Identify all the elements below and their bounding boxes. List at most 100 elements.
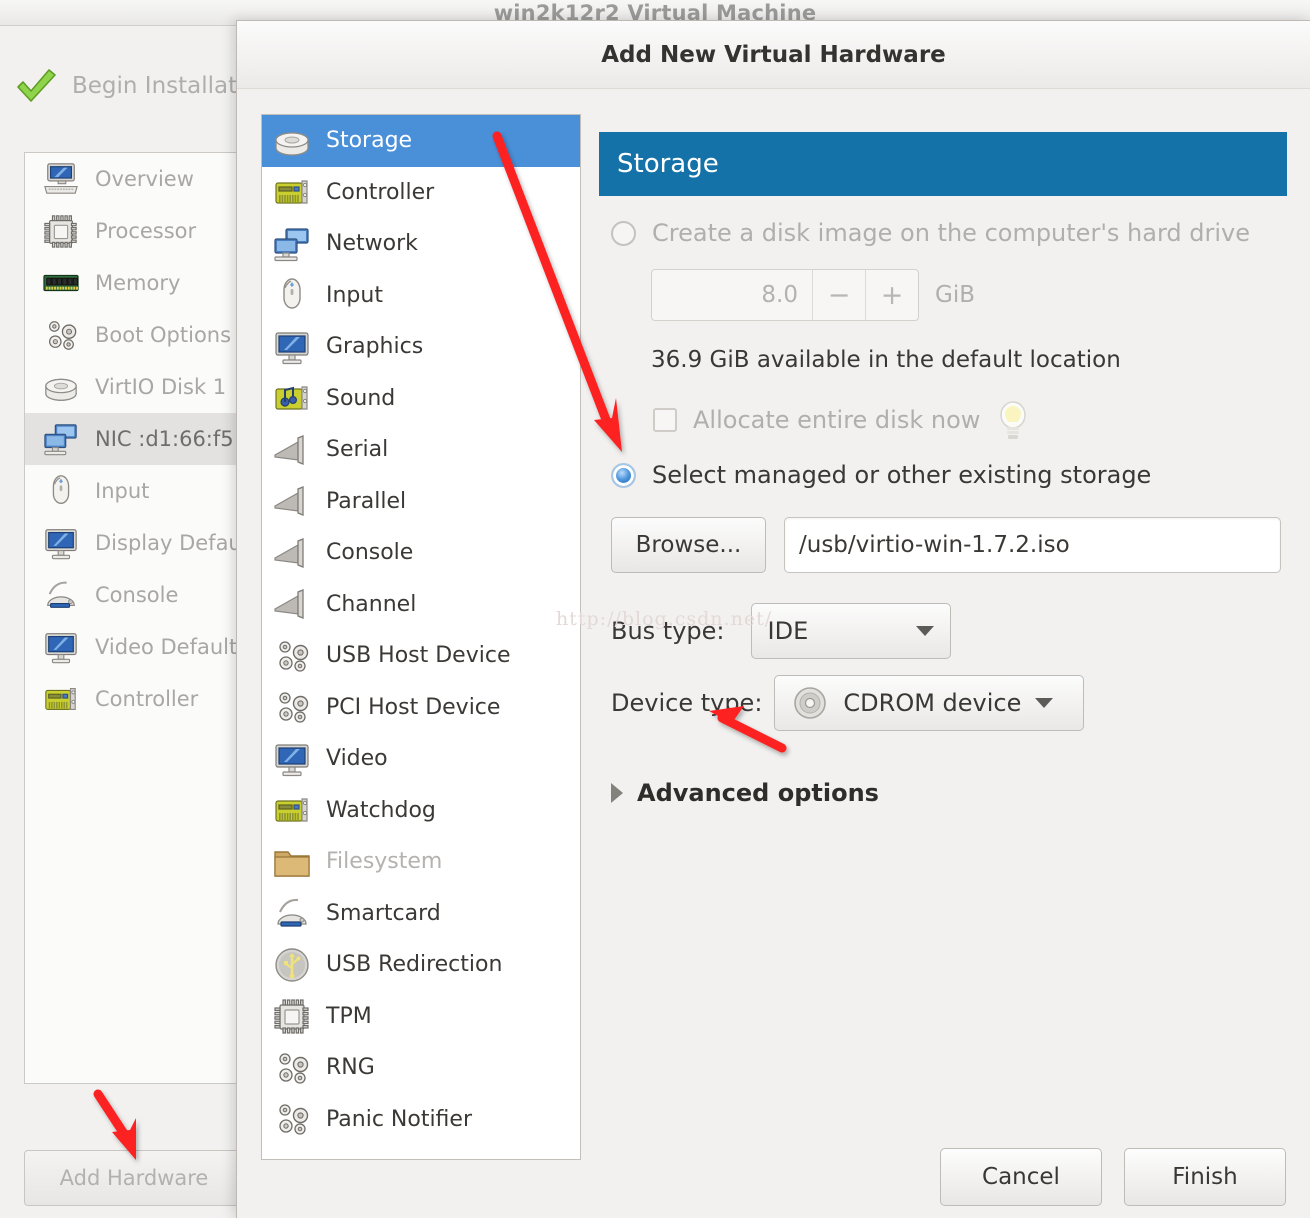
serial-port-icon	[272, 482, 312, 520]
serial-port-icon	[272, 431, 312, 469]
device-type-select[interactable]: CDROM device	[774, 675, 1085, 731]
vm-hardware-list[interactable]: Overview Processor Memory Boot Options VirtI…	[24, 152, 236, 1084]
vm-hardware-item-label: Boot Options	[95, 323, 232, 347]
cancel-button[interactable]: Cancel	[940, 1148, 1102, 1206]
allocate-disk-label: Allocate entire disk now	[693, 406, 981, 434]
hardware-type-sound[interactable]: Sound	[262, 373, 580, 425]
disk-size-value[interactable]: 8.0	[652, 270, 812, 320]
bus-type-select[interactable]: IDE	[750, 603, 951, 659]
vm-hardware-item-input[interactable]: Input	[25, 465, 236, 517]
available-space-text: 36.9 GiB available in the default locati…	[651, 347, 1121, 373]
hardware-type-console[interactable]: Console	[262, 527, 580, 579]
cpu-icon	[272, 997, 312, 1035]
hardware-type-label: Parallel	[326, 488, 407, 514]
hardware-type-video[interactable]: Video	[262, 733, 580, 785]
finish-button[interactable]: Finish	[1124, 1148, 1286, 1206]
vm-hardware-item-boot-options[interactable]: Boot Options	[25, 309, 236, 361]
vm-hardware-item-controller[interactable]: Controller	[25, 673, 236, 725]
hardware-type-list[interactable]: Storage Controller Network Input Graphics Sou…	[261, 114, 581, 1160]
hardware-type-label: Filesystem	[326, 849, 443, 875]
hardware-type-controller[interactable]: Controller	[262, 167, 580, 219]
cancel-button-label: Cancel	[982, 1164, 1060, 1190]
create-disk-image-radio[interactable]	[611, 220, 636, 246]
allocate-disk-row[interactable]: Allocate entire disk now	[653, 399, 1030, 441]
hardware-type-filesystem: Filesystem	[262, 836, 580, 888]
smartcard-icon	[41, 577, 81, 613]
add-hardware-label: Add Hardware	[59, 1166, 209, 1190]
hardware-type-graphics[interactable]: Graphics	[262, 321, 580, 373]
disk-size-stepper[interactable]: 8.0 − +	[651, 269, 919, 321]
disk-size-row[interactable]: 8.0 − + GiB	[651, 269, 975, 321]
vm-hardware-item-console[interactable]: Console	[25, 569, 236, 621]
hardware-type-label: USB Host Device	[326, 643, 511, 669]
vm-hardware-item-label: NIC :d1:66:f5	[95, 427, 234, 451]
create-disk-image-radio-row[interactable]: Create a disk image on the computer's ha…	[611, 219, 1250, 247]
hardware-type-label: Video	[326, 746, 388, 772]
disk-size-decrement-button[interactable]: −	[812, 270, 865, 320]
vm-hardware-item-display-default[interactable]: Display Default	[25, 517, 236, 569]
vm-hardware-item-label: VirtIO Disk 1	[95, 375, 227, 399]
bus-type-row[interactable]: Bus type: IDE	[611, 603, 951, 659]
vm-hardware-item-video-default[interactable]: Video Default	[25, 621, 236, 673]
vm-hardware-item-processor[interactable]: Processor	[25, 205, 236, 257]
hardware-type-smartcard[interactable]: Smartcard	[262, 888, 580, 940]
select-managed-storage-label: Select managed or other existing storage	[652, 461, 1152, 489]
hardware-type-parallel[interactable]: Parallel	[262, 476, 580, 528]
hardware-type-serial[interactable]: Serial	[262, 424, 580, 476]
hardware-type-label: Smartcard	[326, 900, 441, 926]
dialog-titlebar: Add New Virtual Hardware	[237, 21, 1310, 89]
advanced-options-toggle[interactable]: Advanced options	[611, 779, 879, 807]
monitor-icon	[41, 525, 81, 561]
disk-size-unit-label: GiB	[935, 282, 975, 308]
add-hardware-button[interactable]: Add Hardware	[24, 1150, 244, 1206]
hardware-type-usb-redirection[interactable]: USB Redirection	[262, 939, 580, 991]
pcicard-icon	[272, 791, 312, 829]
storage-path-input[interactable]: /usb/virtio-win-1.7.2.iso	[784, 517, 1281, 573]
hardware-type-label: PCI Host Device	[326, 694, 501, 720]
disk-size-increment-button[interactable]: +	[865, 270, 918, 320]
browse-button-label: Browse...	[635, 532, 742, 558]
hardware-type-pci-host-device[interactable]: PCI Host Device	[262, 682, 580, 734]
hardware-type-network[interactable]: Network	[262, 218, 580, 270]
memory-icon	[41, 265, 81, 301]
gears-icon	[272, 1049, 312, 1087]
vm-hardware-item-virtio-disk-1[interactable]: VirtIO Disk 1	[25, 361, 236, 413]
usb-icon	[272, 946, 312, 984]
lightbulb-icon	[996, 399, 1030, 441]
allocate-disk-checkbox[interactable]	[653, 408, 677, 432]
vm-hardware-item-label: Processor	[95, 219, 197, 243]
soundcard-icon	[272, 379, 312, 417]
pcicard-icon	[41, 681, 81, 717]
hardware-type-channel[interactable]: Channel	[262, 579, 580, 631]
hardware-type-rng[interactable]: RNG	[262, 1042, 580, 1094]
device-type-label: Device type:	[611, 689, 763, 717]
hardware-type-label: Console	[326, 540, 414, 566]
create-disk-image-label: Create a disk image on the computer's ha…	[652, 219, 1251, 247]
vm-hardware-item-label: Memory	[95, 271, 181, 295]
hardware-type-watchdog[interactable]: Watchdog	[262, 785, 580, 837]
vm-hardware-item-memory[interactable]: Memory	[25, 257, 236, 309]
hardware-type-input[interactable]: Input	[262, 270, 580, 322]
hardware-type-panic-notifier[interactable]: Panic Notifier	[262, 1094, 580, 1146]
network-icon	[41, 421, 81, 457]
folder-icon	[272, 843, 312, 881]
select-managed-storage-radio-row[interactable]: Select managed or other existing storage	[611, 461, 1151, 489]
vm-hardware-item-overview[interactable]: Overview	[25, 153, 236, 205]
begin-installation-button[interactable]: Begin Installation	[14, 60, 272, 112]
hardware-type-usb-host-device[interactable]: USB Host Device	[262, 630, 580, 682]
dialog-footer: Cancel Finish	[940, 1148, 1286, 1206]
hardware-type-label: Graphics	[326, 334, 424, 360]
storage-path-row[interactable]: Browse... /usb/virtio-win-1.7.2.iso	[611, 517, 1281, 573]
vm-hardware-item-label: Overview	[95, 167, 194, 191]
device-type-row[interactable]: Device type: CDROM device	[611, 675, 1085, 731]
select-managed-storage-radio[interactable]	[611, 462, 636, 488]
browse-button[interactable]: Browse...	[611, 517, 766, 573]
monitor-icon	[272, 328, 312, 366]
vm-hardware-item-label: Display Default	[95, 531, 236, 555]
hardware-type-tpm[interactable]: TPM	[262, 991, 580, 1043]
add-new-virtual-hardware-dialog: Add New Virtual Hardware Storage Controll…	[236, 20, 1310, 1218]
monitor-icon	[272, 740, 312, 778]
vm-hardware-item-nic-d1-66-f5[interactable]: NIC :d1:66:f5	[25, 413, 236, 465]
vm-hardware-item-label: Console	[95, 583, 179, 607]
hardware-type-storage[interactable]: Storage	[262, 115, 580, 167]
